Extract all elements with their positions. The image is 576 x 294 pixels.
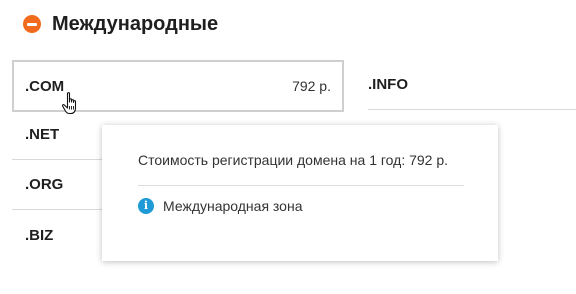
hand-pointer-icon [61, 92, 77, 115]
collapse-minus-icon[interactable] [23, 15, 41, 33]
info-icon: i [138, 198, 154, 214]
domain-price: 792 р. [292, 78, 331, 94]
section-header[interactable]: Международные [23, 10, 218, 38]
zone-label: Международная зона [163, 198, 303, 214]
tooltip-divider [138, 185, 464, 186]
tooltip-zone: i Международная зона [138, 198, 303, 214]
domain-option-info[interactable]: .INFO [368, 60, 576, 110]
domain-name: .INFO [368, 76, 408, 93]
tooltip-price-text: Стоимость регистрации домена на 1 год: 7… [138, 152, 449, 168]
section-title: Международные [52, 12, 219, 35]
price-tooltip: Стоимость регистрации домена на 1 год: 7… [102, 125, 498, 261]
